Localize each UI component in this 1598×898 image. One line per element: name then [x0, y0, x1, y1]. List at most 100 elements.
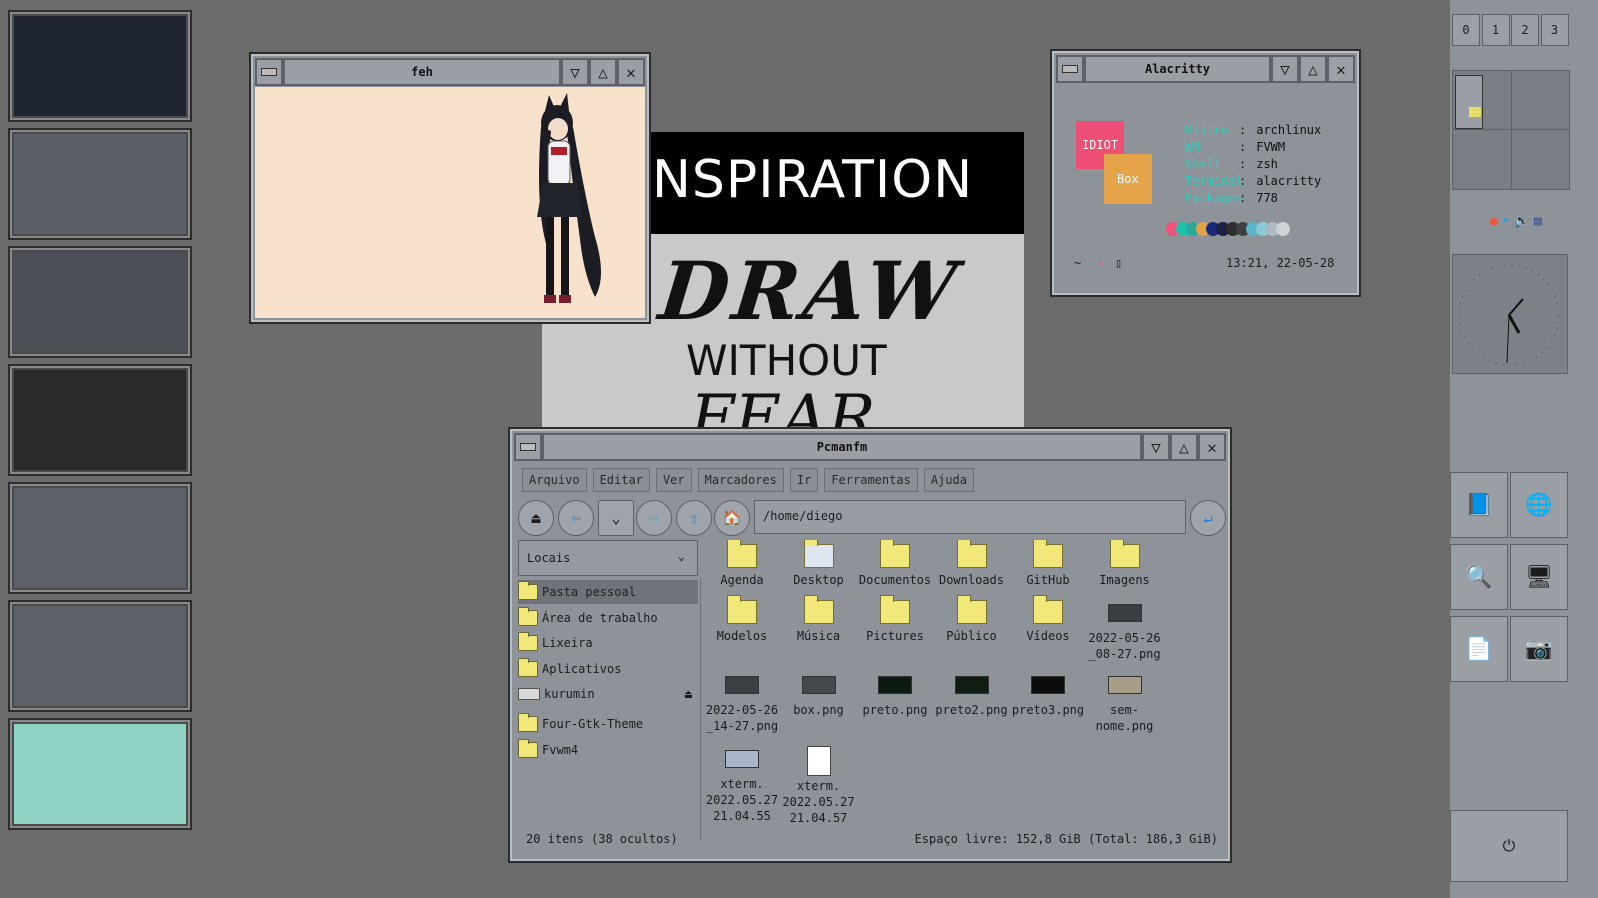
file-item[interactable]: Vídeos [1010, 595, 1086, 644]
network-icon[interactable]: ▤ [1534, 214, 1542, 229]
thumb-2[interactable] [8, 128, 192, 240]
maximize-button[interactable]: △ [1299, 55, 1327, 83]
menu-ajuda[interactable]: Ajuda [923, 468, 974, 492]
file-item[interactable]: preto3.png [1010, 672, 1086, 718]
screenshot-launcher[interactable]: 📷 [1510, 616, 1568, 682]
terminal-content[interactable]: IDIOT Box Distro: archlinux WM: FVWM Shell: z… [1056, 84, 1355, 291]
menu-ir[interactable]: Ir [789, 468, 819, 492]
menu-marcadores[interactable]: Marcadores [697, 468, 784, 492]
file-item[interactable]: Música [781, 595, 857, 644]
thumb-preview [14, 134, 186, 234]
thumb-6[interactable] [8, 600, 192, 712]
bookmark-item[interactable]: Fvwm4 [518, 738, 698, 762]
eject-icon[interactable]: ⏏ [685, 687, 692, 701]
desk-button-3[interactable]: 3 [1540, 14, 1569, 46]
file-item[interactable]: Modelos [704, 595, 780, 644]
close-button[interactable]: ✕ [617, 58, 645, 86]
alacritty-title[interactable]: Alacritty [1084, 55, 1271, 83]
feh-window[interactable]: feh ▽ △ ✕ [249, 52, 651, 324]
file-item[interactable]: Público [934, 595, 1010, 644]
close-icon: ✕ [626, 62, 636, 82]
file-item[interactable]: sem- nome.png [1087, 672, 1163, 734]
menu-ferramentas[interactable]: Ferramentas [824, 468, 918, 492]
enter-icon: ↵ [1203, 509, 1213, 527]
eject-button[interactable]: ⏏ [518, 500, 554, 536]
back-button[interactable]: ⇦ [558, 500, 594, 536]
places-dropdown[interactable]: Locais ⌄ [518, 540, 698, 576]
notes-launcher[interactable]: 📘 [1450, 472, 1508, 538]
place-item[interactable]: Lixeira [518, 631, 698, 655]
window-menu-button[interactable] [1056, 55, 1084, 83]
feh-titlebar[interactable]: feh ▽ △ ✕ [255, 58, 645, 86]
go-button[interactable]: ↵ [1190, 500, 1226, 536]
window-menu-button[interactable] [514, 433, 542, 461]
minimize-button[interactable]: ▽ [1271, 55, 1299, 83]
file-item[interactable]: Downloads [934, 540, 1010, 588]
maximize-button[interactable]: △ [1170, 433, 1198, 461]
file-item[interactable]: 2022-05-26 _14-27.png [704, 672, 780, 734]
window-menu-button[interactable] [255, 58, 283, 86]
bookmark-item[interactable]: Four-Gtk-Theme [518, 712, 698, 736]
file-item[interactable]: Agenda [704, 540, 780, 588]
file-item[interactable]: Imagens [1087, 540, 1163, 588]
history-dropdown[interactable]: ⌄ [598, 500, 634, 536]
power-button[interactable]: ⏻ [1450, 810, 1568, 882]
pcmanfm-title[interactable]: Pcmanfm [542, 433, 1142, 461]
color-palette [1166, 222, 1290, 236]
minimize-button[interactable]: ▽ [561, 58, 589, 86]
home-up-icon: ⏏ [531, 509, 541, 527]
maximize-button[interactable]: △ [589, 58, 617, 86]
pager-window[interactable] [1455, 75, 1483, 129]
file-item[interactable]: GitHub [1010, 540, 1086, 588]
file-item[interactable]: xterm. 2022.05.27 21.04.57 [781, 746, 857, 826]
pager[interactable] [1452, 70, 1570, 190]
image-thumbnail-icon [801, 676, 836, 694]
place-item[interactable]: Aplicativos [518, 657, 698, 681]
place-item[interactable]: Área de trabalho [518, 606, 698, 630]
file-item[interactable]: xterm. 2022.05.27 21.04.55 [704, 746, 780, 824]
file-item[interactable]: Desktop [781, 540, 857, 588]
path-input[interactable]: /home/diego [754, 500, 1186, 534]
file-manager-launcher[interactable]: 📄 [1450, 616, 1508, 682]
close-button[interactable]: ✕ [1327, 55, 1355, 83]
menu-arquivo[interactable]: Arquivo [522, 468, 587, 492]
volume-icon[interactable]: 🔈 [1514, 214, 1530, 229]
firefox-icon[interactable]: ● [1490, 214, 1498, 229]
pcmanfm-window[interactable]: Pcmanfm ▽ △ ✕ Arquivo Editar Ver Marcadores… [508, 427, 1232, 863]
up-button[interactable]: ⇧ [676, 500, 712, 536]
thumb-7[interactable] [8, 718, 192, 830]
home-button[interactable]: 🏠 [714, 500, 750, 536]
forward-button[interactable]: ⇨ [636, 500, 672, 536]
menu-editar[interactable]: Editar [592, 468, 650, 492]
desk-button-2[interactable]: 2 [1511, 14, 1539, 46]
feh-title[interactable]: feh [283, 58, 561, 86]
file-item[interactable]: Pictures [857, 595, 933, 644]
alacritty-window[interactable]: Alacritty ▽ △ ✕ IDIOT Box Distro: archlin… [1050, 49, 1361, 297]
file-item[interactable]: preto2.png [934, 672, 1010, 718]
anime-girl-image [537, 93, 601, 303]
file-search-launcher[interactable]: 🔍 [1450, 544, 1508, 610]
file-item[interactable]: 2022-05-26 _08-27.png [1087, 600, 1163, 662]
terminal-icon: 🖥 [1525, 564, 1553, 590]
thumb-5[interactable] [8, 482, 192, 594]
thumb-1[interactable] [8, 10, 192, 122]
web-browser-launcher[interactable]: 🌐 [1510, 472, 1568, 538]
image-thumbnail-icon [725, 676, 759, 694]
chevron-down-icon: ⌄ [611, 509, 621, 527]
minimize-button[interactable]: ▽ [1142, 433, 1170, 461]
alacritty-titlebar[interactable]: Alacritty ▽ △ ✕ [1056, 55, 1355, 83]
file-item[interactable]: Documentos [857, 540, 933, 588]
place-item[interactable]: kurumin ⏏ [518, 682, 698, 706]
pcmanfm-titlebar[interactable]: Pcmanfm ▽ △ ✕ [514, 433, 1226, 461]
desk-button-1[interactable]: 1 [1481, 14, 1510, 46]
terminal-launcher[interactable]: 🖥 [1510, 544, 1568, 610]
place-item[interactable]: Pasta pessoal [518, 580, 698, 604]
thumb-4[interactable] [8, 364, 192, 476]
file-item[interactable]: box.png [781, 672, 857, 718]
desk-button-0[interactable]: 0 [1452, 14, 1480, 46]
thumb-3[interactable] [8, 246, 192, 358]
telegram-icon[interactable]: ➤ [1502, 214, 1510, 229]
file-item[interactable]: preto.png [857, 672, 933, 718]
close-button[interactable]: ✕ [1198, 433, 1226, 461]
menu-ver[interactable]: Ver [655, 468, 692, 492]
